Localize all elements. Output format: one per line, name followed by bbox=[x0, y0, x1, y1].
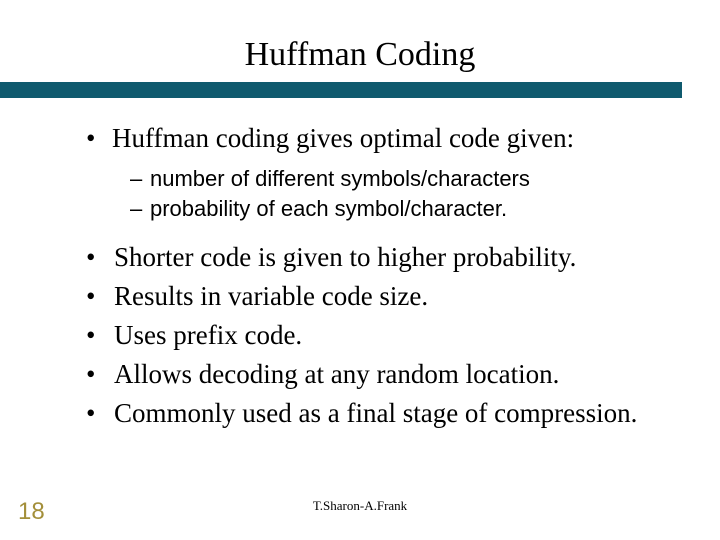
bullet-text: number of different symbols/characters bbox=[150, 164, 530, 194]
list-item: • Uses prefix code. bbox=[86, 316, 720, 355]
list-item: – probability of each symbol/character. bbox=[130, 194, 720, 224]
bullet-level2: – number of different symbols/characters… bbox=[86, 160, 720, 237]
list-item: • Commonly used as a final stage of comp… bbox=[86, 394, 720, 433]
bullet-icon: • bbox=[86, 120, 112, 156]
bullet-text: probability of each symbol/character. bbox=[150, 194, 507, 224]
content-area: • Huffman coding gives optimal code give… bbox=[0, 98, 720, 434]
bullet-text: Results in variable code size. bbox=[114, 277, 428, 316]
bullet-icon: • bbox=[86, 316, 114, 355]
list-item: • Huffman coding gives optimal code give… bbox=[86, 120, 720, 156]
slide-title: Huffman Coding bbox=[245, 36, 476, 74]
bullet-text: Huffman coding gives optimal code given: bbox=[112, 120, 574, 156]
footer-author: T.Sharon-A.Frank bbox=[0, 498, 720, 514]
dash-icon: – bbox=[130, 194, 150, 224]
title-area: Huffman Coding bbox=[0, 0, 720, 74]
list-item: • Allows decoding at any random location… bbox=[86, 355, 720, 394]
slide: Huffman Coding • Huffman coding gives op… bbox=[0, 0, 720, 540]
list-item: • Shorter code is given to higher probab… bbox=[86, 238, 720, 277]
bullet-icon: • bbox=[86, 355, 114, 394]
list-item: • Results in variable code size. bbox=[86, 277, 720, 316]
bullet-text: Uses prefix code. bbox=[114, 316, 302, 355]
bullet-level1-group: • Shorter code is given to higher probab… bbox=[86, 238, 720, 434]
slide-number: 18 bbox=[18, 498, 45, 526]
bullet-text: Commonly used as a final stage of compre… bbox=[114, 394, 637, 433]
list-item: – number of different symbols/characters bbox=[130, 164, 720, 194]
title-underline bbox=[0, 82, 682, 98]
bullet-text: Allows decoding at any random location. bbox=[114, 355, 559, 394]
bullet-icon: • bbox=[86, 238, 114, 277]
bullet-icon: • bbox=[86, 277, 114, 316]
dash-icon: – bbox=[130, 164, 150, 194]
bullet-level1: • Huffman coding gives optimal code give… bbox=[86, 120, 720, 156]
bullet-icon: • bbox=[86, 394, 114, 433]
bullet-text: Shorter code is given to higher probabil… bbox=[114, 238, 576, 277]
